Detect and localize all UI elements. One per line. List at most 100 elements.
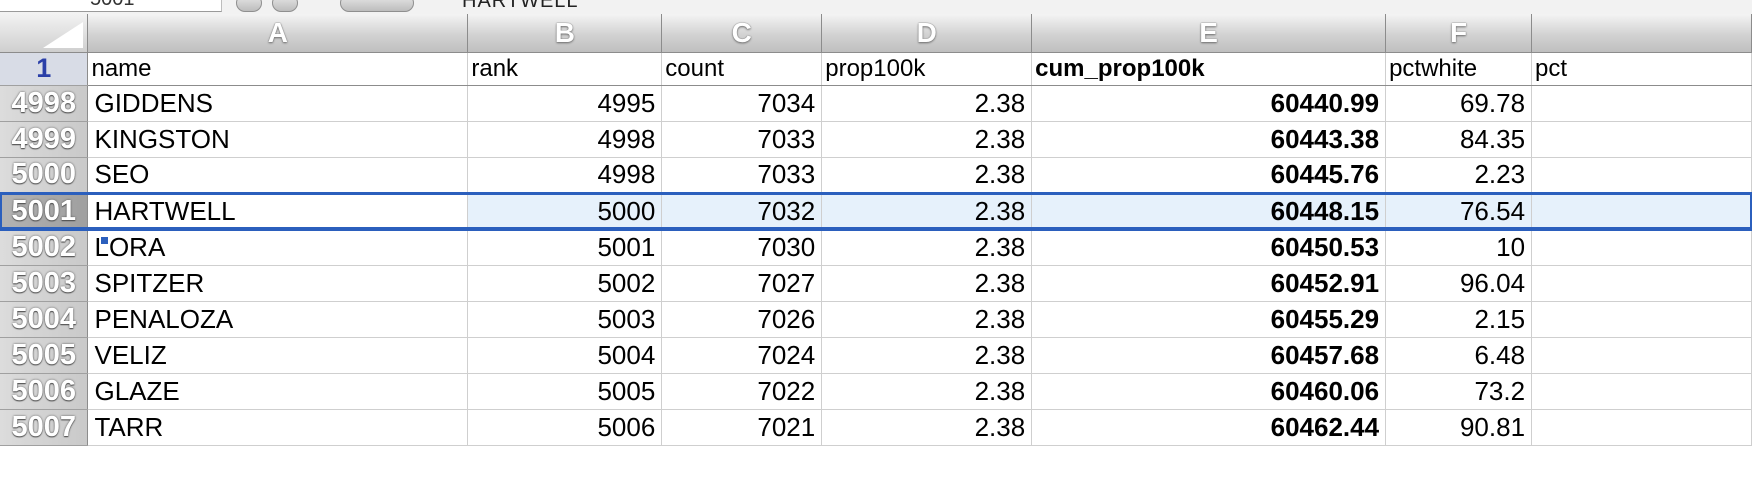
cell[interactable] — [1531, 157, 1752, 194]
cell[interactable] — [1531, 337, 1752, 374]
cell[interactable]: 2.23 — [1385, 157, 1533, 194]
cell[interactable] — [1531, 191, 1752, 231]
cell[interactable]: 7033 — [661, 157, 823, 194]
cell[interactable]: 60452.91 — [1031, 265, 1387, 302]
cell[interactable]: SEO — [87, 157, 469, 194]
cell[interactable]: 10 — [1385, 229, 1533, 266]
cell[interactable] — [1531, 301, 1752, 338]
fill-handle[interactable] — [100, 236, 109, 245]
cell[interactable]: 60455.29 — [1031, 301, 1387, 338]
cell[interactable]: 60450.53 — [1031, 229, 1387, 266]
cell[interactable]: 84.35 — [1385, 121, 1533, 158]
cell[interactable]: 60457.68 — [1031, 337, 1387, 374]
cell[interactable]: TARR — [87, 409, 469, 446]
select-all-corner[interactable] — [0, 14, 89, 53]
row-header[interactable]: 5004 — [0, 301, 89, 338]
column-header-g[interactable] — [1531, 14, 1752, 53]
cell[interactable] — [1531, 85, 1752, 122]
cell[interactable]: 7027 — [661, 265, 823, 302]
row-header[interactable]: 1 — [0, 52, 89, 86]
cell[interactable]: 7026 — [661, 301, 823, 338]
confirm-formula-button[interactable] — [272, 0, 298, 12]
row-header[interactable]: 4998 — [0, 85, 89, 122]
row-header[interactable]: 5003 — [0, 265, 89, 302]
row-header[interactable]: 5005 — [0, 337, 89, 374]
cell[interactable]: cum_prop100k — [1031, 52, 1387, 86]
cell[interactable]: LORA — [87, 229, 469, 266]
cell[interactable]: 60445.76 — [1031, 157, 1387, 194]
name-box[interactable]: 5001 — [0, 0, 222, 12]
cell[interactable]: pct — [1531, 52, 1752, 86]
cell[interactable]: SPITZER — [87, 265, 469, 302]
cell[interactable]: 5005 — [467, 373, 663, 410]
cell[interactable]: rank — [467, 52, 663, 86]
cell[interactable]: 5001 — [467, 229, 663, 266]
cell[interactable]: 2.38 — [821, 301, 1033, 338]
cell[interactable]: 4998 — [467, 121, 663, 158]
cell[interactable]: 2.38 — [821, 265, 1033, 302]
cell[interactable] — [1531, 409, 1752, 446]
cell[interactable]: 5000 — [467, 191, 663, 231]
row-header[interactable]: 4999 — [0, 121, 89, 158]
cell[interactable] — [1531, 121, 1752, 158]
cell[interactable]: 2.38 — [821, 229, 1033, 266]
cell[interactable]: 7021 — [661, 409, 823, 446]
cell[interactable]: GLAZE — [87, 373, 469, 410]
cell[interactable]: 7033 — [661, 121, 823, 158]
cell[interactable]: 76.54 — [1385, 191, 1533, 231]
cell[interactable]: 7032 — [661, 191, 823, 231]
cell[interactable]: 2.38 — [821, 85, 1033, 122]
cell[interactable]: 7030 — [661, 229, 823, 266]
cell[interactable]: 73.2 — [1385, 373, 1533, 410]
cell[interactable]: 60462.44 — [1031, 409, 1387, 446]
cell[interactable]: pctwhite — [1385, 52, 1533, 86]
function-button[interactable] — [340, 0, 414, 12]
cell[interactable]: GIDDENS — [87, 85, 469, 122]
formula-content[interactable]: HARTWELL — [462, 0, 579, 13]
cell[interactable]: 4995 — [467, 85, 663, 122]
cell[interactable]: prop100k — [821, 52, 1033, 86]
cell[interactable]: 5002 — [467, 265, 663, 302]
cell[interactable]: 2.38 — [821, 121, 1033, 158]
cell[interactable]: 5006 — [467, 409, 663, 446]
column-header-f[interactable]: F — [1385, 14, 1533, 53]
column-header-e[interactable]: E — [1031, 14, 1387, 53]
cell[interactable]: HARTWELL — [87, 191, 469, 231]
cell[interactable]: 6.48 — [1385, 337, 1533, 374]
cell[interactable]: 7024 — [661, 337, 823, 374]
cell[interactable]: VELIZ — [87, 337, 469, 374]
cell[interactable]: 60440.99 — [1031, 85, 1387, 122]
row-header[interactable]: 5006 — [0, 373, 89, 410]
cell[interactable] — [1531, 229, 1752, 266]
cell[interactable]: 69.78 — [1385, 85, 1533, 122]
cell[interactable]: 96.04 — [1385, 265, 1533, 302]
column-header-a[interactable]: A — [87, 14, 469, 53]
cell[interactable]: 2.38 — [821, 191, 1033, 231]
row-header[interactable]: 5002 — [0, 229, 89, 266]
column-header-b[interactable]: B — [467, 14, 663, 53]
cell[interactable]: 5004 — [467, 337, 663, 374]
cell[interactable]: 2.38 — [821, 337, 1033, 374]
row-header[interactable]: 5007 — [0, 409, 89, 446]
cell[interactable]: 2.38 — [821, 157, 1033, 194]
cell[interactable]: 7034 — [661, 85, 823, 122]
cell[interactable]: 60460.06 — [1031, 373, 1387, 410]
cell[interactable]: 5003 — [467, 301, 663, 338]
column-header-c[interactable]: C — [661, 14, 823, 53]
cell[interactable]: 2.38 — [821, 373, 1033, 410]
cell[interactable]: 60448.15 — [1031, 191, 1387, 231]
column-header-d[interactable]: D — [821, 14, 1033, 53]
cancel-formula-button[interactable] — [236, 0, 262, 12]
cell[interactable]: 90.81 — [1385, 409, 1533, 446]
cell[interactable] — [1531, 373, 1752, 410]
cell[interactable]: count — [661, 52, 823, 86]
cell[interactable]: name — [87, 52, 469, 86]
cell[interactable]: 7022 — [661, 373, 823, 410]
cell[interactable] — [1531, 265, 1752, 302]
cell[interactable]: PENALOZA — [87, 301, 469, 338]
cell[interactable]: KINGSTON — [87, 121, 469, 158]
row-header[interactable]: 5000 — [0, 157, 89, 194]
cell[interactable]: 2.15 — [1385, 301, 1533, 338]
cell[interactable]: 2.38 — [821, 409, 1033, 446]
row-header[interactable]: 5001 — [0, 191, 89, 231]
